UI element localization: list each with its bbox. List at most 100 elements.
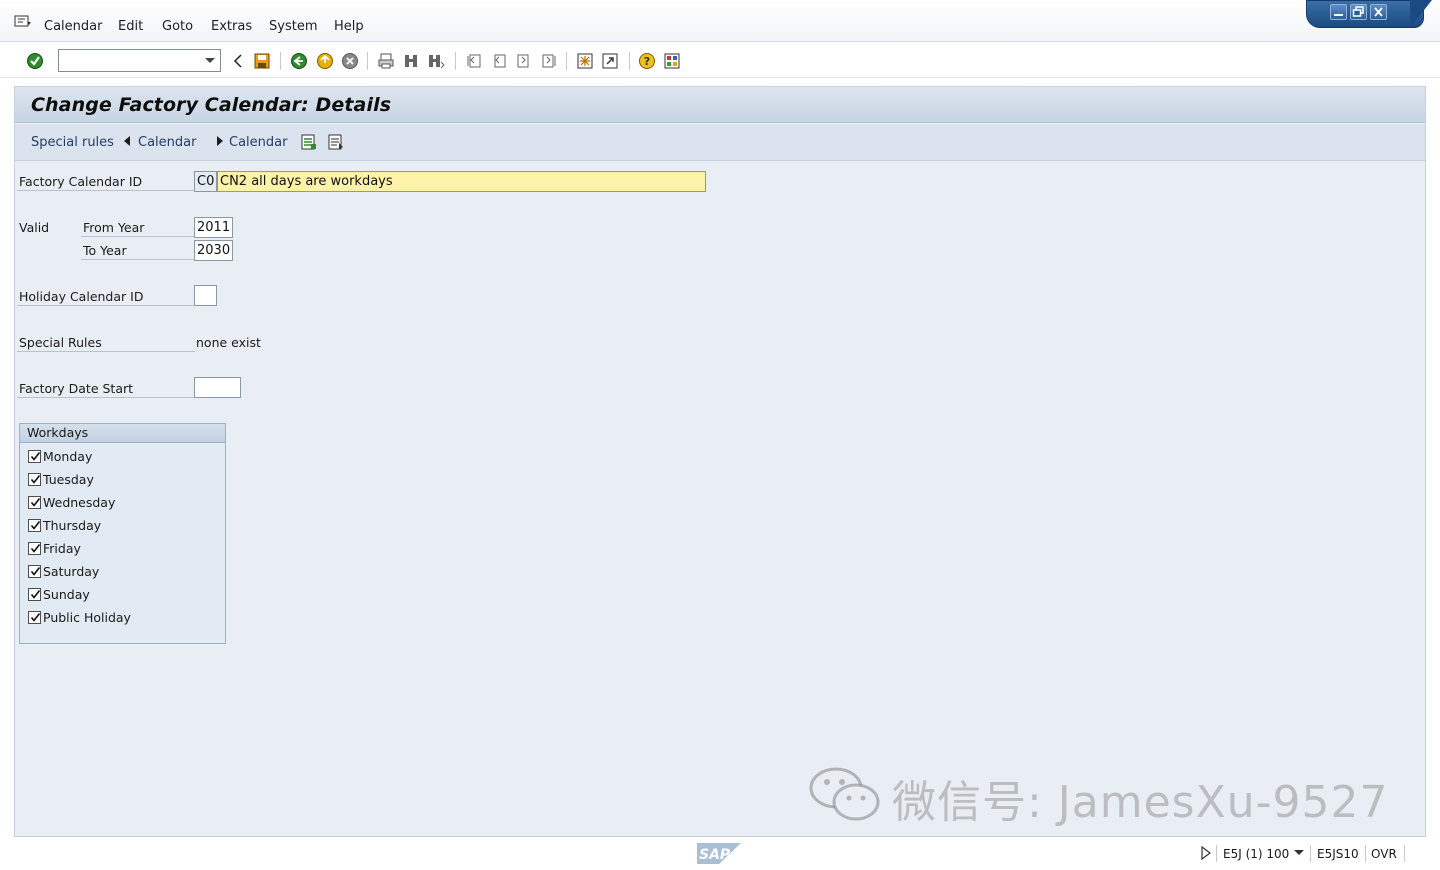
layout-menu-icon[interactable] <box>663 52 681 70</box>
title-bar: Change Factory Calendar: Details <box>15 87 1425 123</box>
wechat-icon <box>809 767 880 821</box>
standard-toolbar: ? <box>0 43 1440 78</box>
sap-logo-icon: SAP <box>697 843 741 864</box>
sap-logo-text: SAP <box>699 847 731 863</box>
previous-calendar-button[interactable]: Calendar <box>138 135 196 150</box>
save-icon[interactable] <box>253 52 271 70</box>
chevron-down-icon[interactable] <box>205 58 215 63</box>
checkbox-checked-icon[interactable] <box>28 473 41 486</box>
checkbox-checked-icon[interactable] <box>28 611 41 624</box>
create-session-icon[interactable] <box>576 52 594 70</box>
next-page-icon[interactable] <box>515 52 533 70</box>
exit-icon[interactable] <box>316 52 334 70</box>
factory-calendar-id-field: C0 <box>194 171 217 192</box>
workday-label: Tuesday <box>43 472 94 487</box>
find-icon[interactable] <box>402 52 420 70</box>
factory-calendar-id-value: C0 <box>197 174 215 189</box>
label-underline <box>17 351 195 352</box>
status-bar: SAP E5J (1) 100 E5JS10 OVR <box>0 838 1440 870</box>
factory-date-start-field[interactable] <box>194 377 241 398</box>
factory-calendar-description-field[interactable]: CN2 all days are workdays <box>217 171 706 192</box>
menu-help[interactable]: Help <box>334 19 364 34</box>
print-icon[interactable] <box>377 52 395 70</box>
toolbar-separator <box>367 52 368 70</box>
menu-bar: Calendar Edit Goto Extras System Help <box>0 0 1440 42</box>
shortcut-icon[interactable] <box>601 52 619 70</box>
checkbox-checked-icon[interactable] <box>28 519 41 532</box>
previous-calendar-icon <box>124 136 130 146</box>
to-year-field[interactable]: 2030 <box>194 240 233 261</box>
cancel-icon[interactable] <box>341 52 359 70</box>
restore-icon[interactable] <box>1350 4 1367 20</box>
factory-calendar-description-value: CN2 all days are workdays <box>220 174 393 189</box>
menu-dropdown-icon[interactable] <box>14 15 32 29</box>
label-underline <box>17 190 195 191</box>
workday-label: Saturday <box>43 564 100 579</box>
next-calendar-button[interactable]: Calendar <box>229 135 287 150</box>
status-expand-icon[interactable] <box>1200 846 1212 860</box>
checkbox-checked-icon[interactable] <box>28 496 41 509</box>
checkbox-checked-icon[interactable] <box>28 450 41 463</box>
status-server: E5JS10 <box>1317 847 1359 861</box>
menu-extras[interactable]: Extras <box>211 19 252 34</box>
main-area: Change Factory Calendar: Details Special… <box>14 86 1426 837</box>
workday-label: Thursday <box>43 518 102 533</box>
toolbar-separator <box>455 52 456 70</box>
svg-text:?: ? <box>644 55 650 68</box>
window-controls <box>1306 0 1440 30</box>
special-rules-button[interactable]: Special rules <box>31 135 114 150</box>
status-separator <box>1310 845 1311 862</box>
label-underline <box>81 259 195 260</box>
checkbox-checked-icon[interactable] <box>28 542 41 555</box>
from-year-value: 2011 <box>197 220 231 235</box>
menu-calendar[interactable]: Calendar <box>44 19 102 34</box>
minimize-icon[interactable] <box>1330 4 1347 20</box>
chevron-down-icon[interactable] <box>1294 850 1304 855</box>
calendar-detail-icon[interactable] <box>327 133 345 151</box>
toolbar-separator <box>629 52 630 70</box>
status-separator <box>1365 845 1366 862</box>
valid-label: Valid <box>19 220 50 235</box>
special-rules-label: Special Rules <box>19 335 102 350</box>
status-separator <box>1404 845 1405 862</box>
menu-system[interactable]: System <box>269 19 317 34</box>
arrow-left-icon[interactable] <box>229 52 247 70</box>
checkbox-checked-icon[interactable] <box>28 565 41 578</box>
first-page-icon[interactable] <box>465 52 483 70</box>
from-year-label: From Year <box>83 220 145 235</box>
workday-label: Monday <box>43 449 93 464</box>
holiday-calendar-id-label: Holiday Calendar ID <box>19 289 144 304</box>
next-calendar-icon <box>217 136 223 146</box>
status-separator <box>1216 845 1217 862</box>
workdays-group: Workdays Monday Tuesday Wednesday Thursd… <box>19 423 226 644</box>
factory-calendar-id-label: Factory Calendar ID <box>19 174 143 189</box>
status-mode[interactable]: OVR <box>1371 847 1397 861</box>
menu-edit[interactable]: Edit <box>118 19 143 34</box>
menu-goto[interactable]: Goto <box>162 19 193 34</box>
watermark: 微信号: JamesXu-9527 <box>808 760 1408 830</box>
window-controls-tail <box>1410 0 1432 28</box>
label-underline <box>17 397 195 398</box>
command-field[interactable] <box>58 49 221 72</box>
to-year-label: To Year <box>83 243 127 258</box>
to-year-value: 2030 <box>197 243 231 258</box>
from-year-field[interactable]: 2011 <box>194 217 233 238</box>
application-toolbar: Special rules Calendar Calendar <box>15 124 1425 161</box>
calendar-list-icon[interactable] <box>300 133 318 151</box>
last-page-icon[interactable] <box>540 52 558 70</box>
workday-label: Wednesday <box>43 495 116 510</box>
watermark-text: 微信号: JamesXu-9527 <box>892 777 1389 828</box>
checkbox-checked-icon[interactable] <box>28 588 41 601</box>
find-next-icon[interactable] <box>427 52 445 70</box>
toolbar-separator <box>280 52 281 70</box>
holiday-calendar-id-field[interactable] <box>194 285 217 306</box>
label-underline <box>17 305 195 306</box>
workday-label: Public Holiday <box>43 610 131 625</box>
close-icon[interactable] <box>1370 4 1387 20</box>
help-icon[interactable]: ? <box>638 52 656 70</box>
previous-page-icon[interactable] <box>490 52 508 70</box>
toolbar-separator <box>566 52 567 70</box>
enter-check-icon[interactable] <box>26 52 44 70</box>
back-icon[interactable] <box>290 52 308 70</box>
special-rules-value: none exist <box>196 335 261 350</box>
